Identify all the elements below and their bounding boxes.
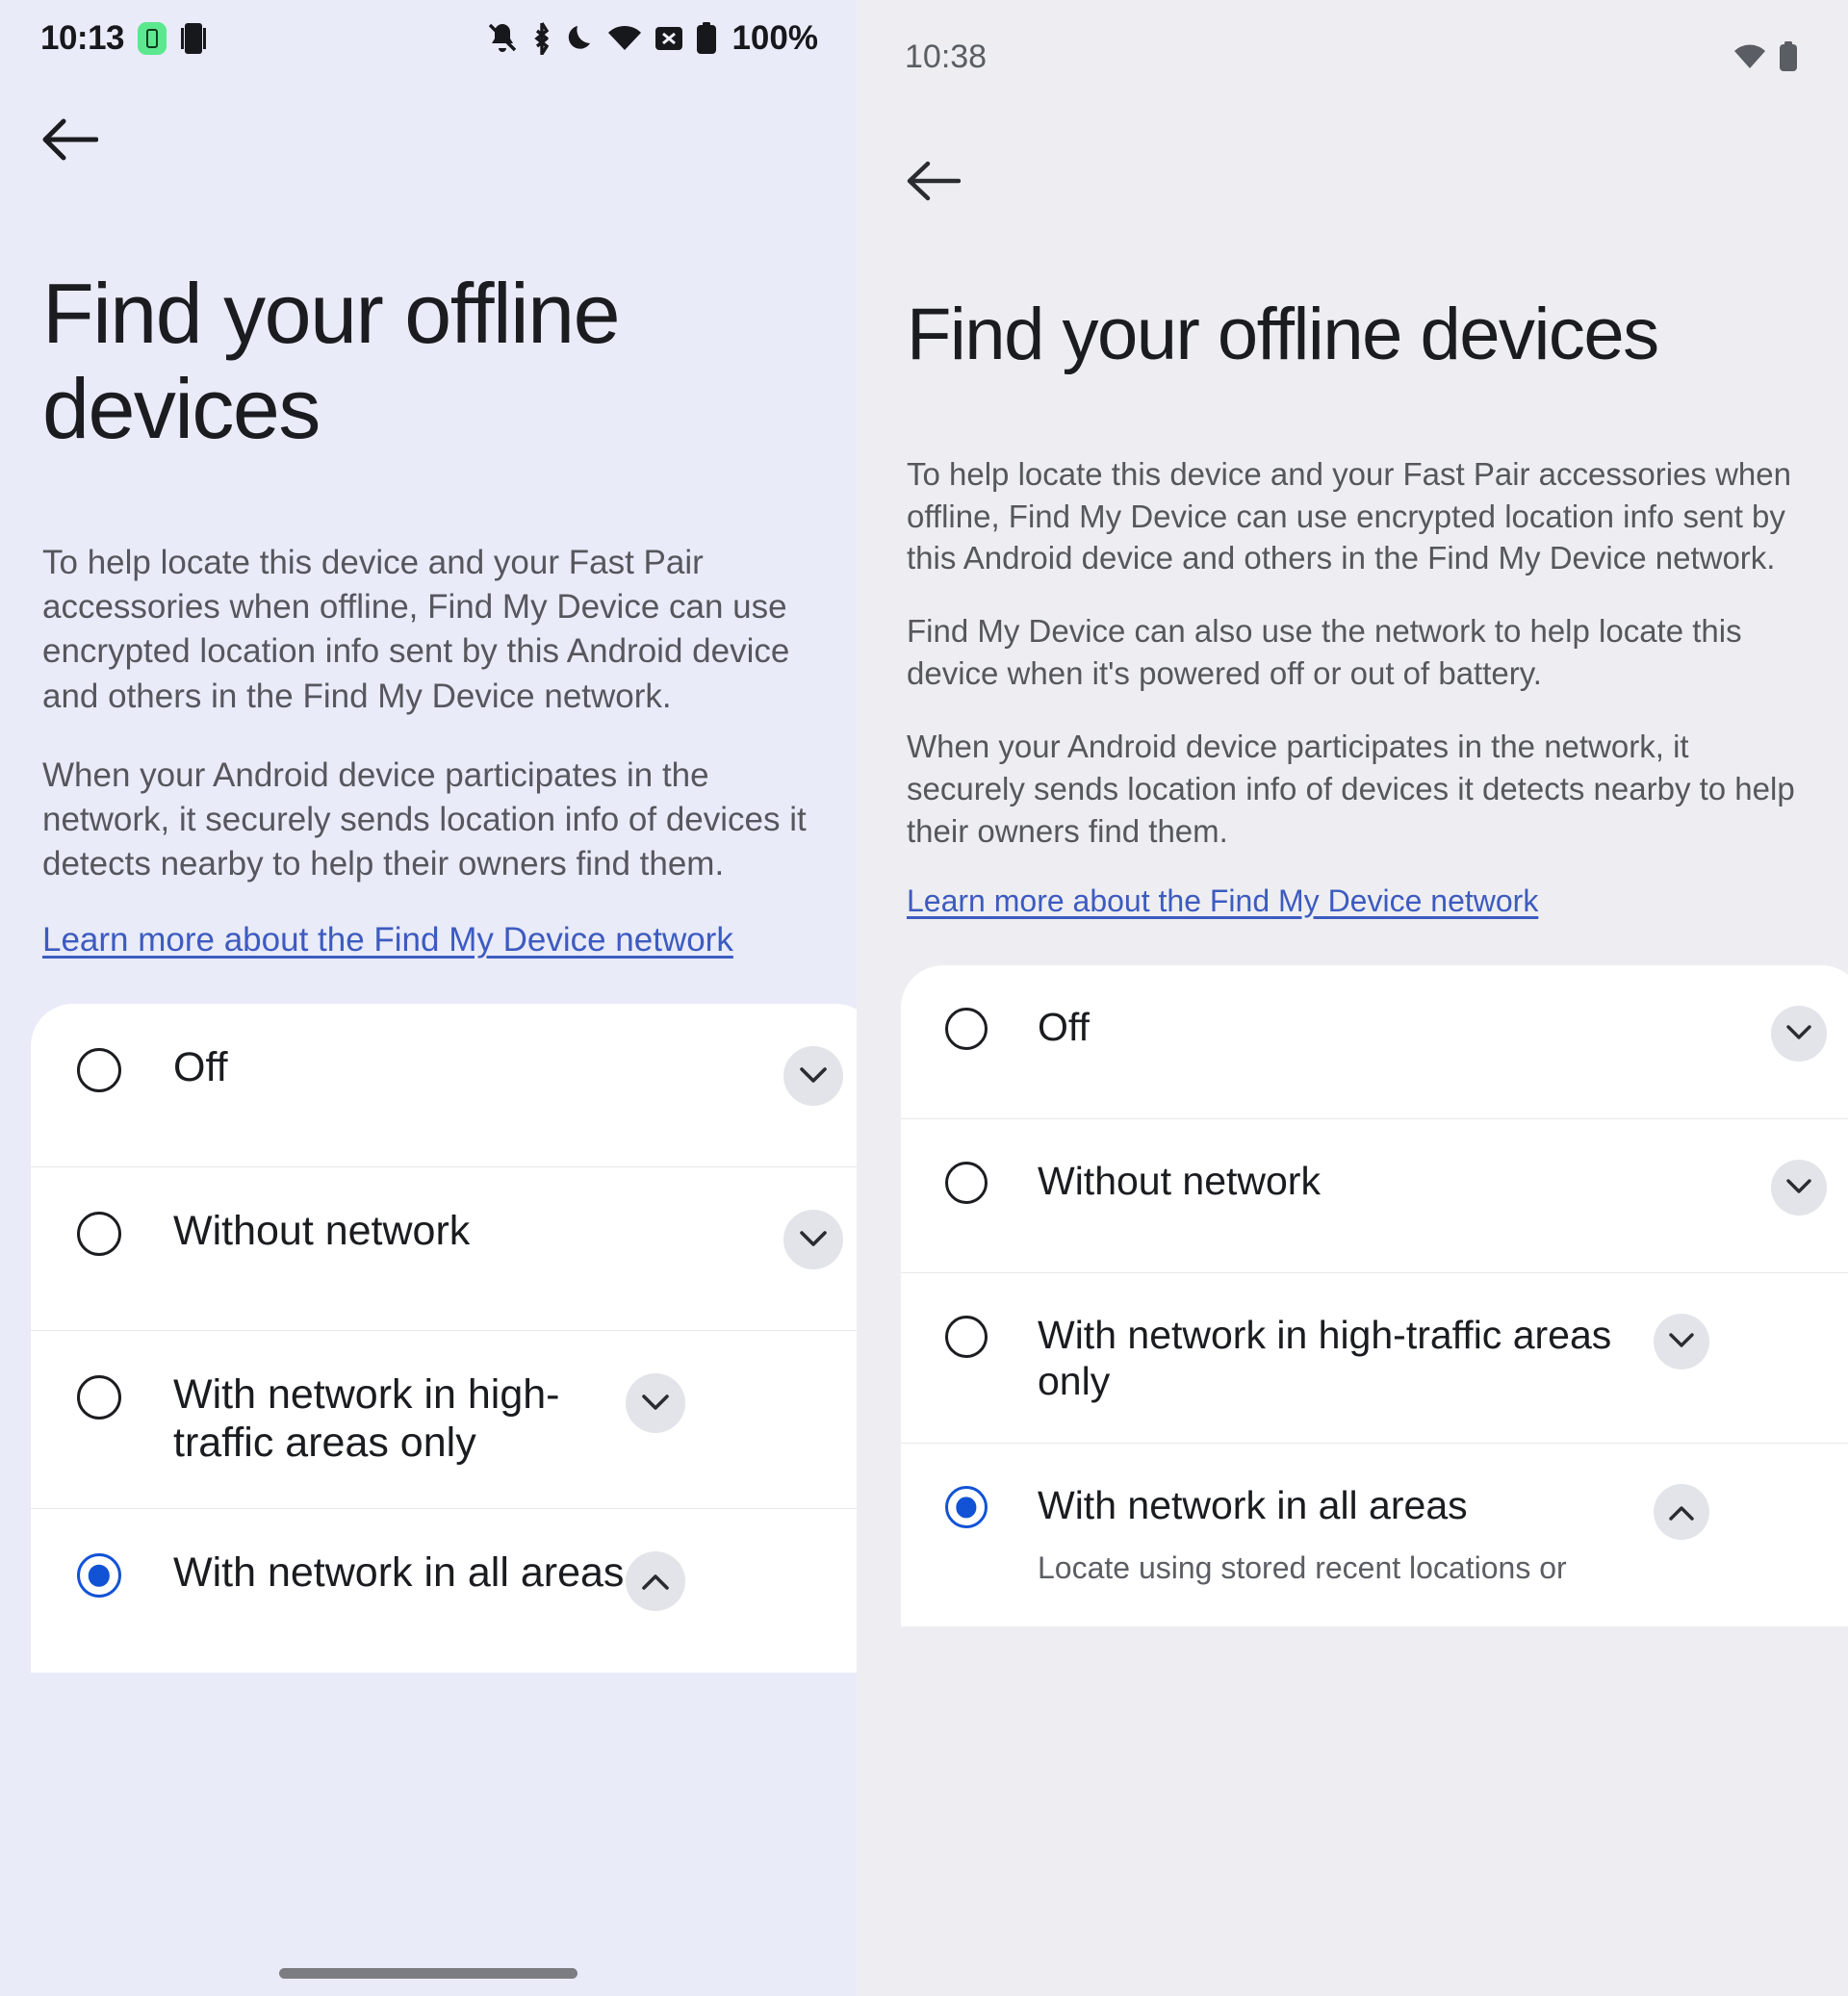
right-options-card: Off Without network With network in high… — [901, 964, 1848, 1627]
left-status-bar: 10:13 100% — [0, 0, 857, 77]
option-label: With network in high-traffic areas only — [173, 1371, 560, 1467]
radio-button[interactable] — [945, 1161, 988, 1204]
left-status-bar-right-group: 100% — [487, 19, 818, 58]
back-arrow-icon[interactable] — [42, 117, 98, 162]
left-option-high-traffic[interactable]: With network in high-traffic areas only — [31, 1331, 857, 1510]
status-bar-clock: 10:13 — [40, 19, 125, 57]
left-paragraph-1: To help locate this device and your Fast… — [42, 544, 790, 715]
left-option-all-areas[interactable]: With network in all areas — [31, 1509, 857, 1673]
option-label: Off — [1038, 1004, 1090, 1049]
left-options-card: Off Without network With network in high… — [31, 1004, 857, 1674]
radio-button[interactable] — [77, 1048, 121, 1093]
screen-record-icon — [180, 22, 207, 55]
right-option-off[interactable]: Off — [901, 965, 1848, 1119]
right-paragraph-2: Find My Device can also use the network … — [907, 613, 1742, 692]
battery-full-icon — [1779, 41, 1798, 72]
gesture-navigation-bar[interactable] — [279, 1968, 578, 1979]
left-learn-more-link[interactable]: Learn more about the Find My Device netw… — [42, 921, 733, 960]
left-page-title: Find your offline devices — [42, 266, 621, 456]
option-label: With network in all areas — [1038, 1483, 1468, 1528]
chevron-down-icon[interactable] — [1771, 1005, 1827, 1062]
cast-blocked-icon — [654, 24, 683, 53]
chevron-up-icon[interactable] — [626, 1551, 685, 1612]
right-body-copy: To help locate this device and your Fast… — [857, 378, 1848, 919]
option-label: Off — [173, 1044, 228, 1091]
chevron-down-icon[interactable] — [1654, 1313, 1709, 1369]
left-paragraph-2: When your Android device participates in… — [42, 755, 807, 883]
chevron-down-icon[interactable] — [1771, 1159, 1827, 1216]
left-body-copy: To help locate this device and your Fast… — [0, 456, 857, 960]
left-option-without-network[interactable]: Without network — [31, 1167, 857, 1332]
battery-percentage-label: 100% — [732, 19, 818, 57]
battery-full-icon — [696, 22, 717, 55]
option-sublabel: Locate using stored recent locations or — [1038, 1549, 1567, 1585]
option-label: With network in high-traffic areas only — [1038, 1312, 1612, 1404]
option-label: Without network — [1038, 1158, 1321, 1203]
back-arrow-icon[interactable] — [907, 160, 961, 202]
right-paragraph-3: When your Android device participates in… — [907, 729, 1795, 849]
battery-saver-chip-icon — [138, 22, 167, 55]
left-back-button[interactable] — [0, 77, 857, 166]
right-status-bar: 10:38 — [857, 0, 1848, 114]
radio-button[interactable] — [945, 1315, 988, 1358]
bluetooth-icon — [530, 22, 553, 55]
radio-button[interactable] — [77, 1212, 121, 1257]
right-learn-more-link[interactable]: Learn more about the Find My Device netw… — [907, 883, 1538, 919]
right-option-without-network[interactable]: Without network — [901, 1119, 1848, 1273]
right-page-title: Find your offline devices — [907, 294, 1659, 375]
right-status-bar-right-group — [1733, 41, 1798, 72]
right-phone-screen: 10:38 Find your offline devices To help … — [857, 0, 1848, 1996]
right-option-high-traffic[interactable]: With network in high-traffic areas only — [901, 1273, 1848, 1445]
notifications-muted-icon — [487, 22, 518, 55]
right-status-bar-left-group: 10:38 — [905, 38, 987, 76]
wifi-icon — [607, 24, 642, 53]
left-option-off[interactable]: Off — [31, 1004, 857, 1168]
option-label: With network in all areas — [173, 1549, 625, 1597]
chevron-up-icon[interactable] — [1654, 1484, 1709, 1541]
radio-button-selected[interactable] — [945, 1486, 988, 1529]
option-label: Without network — [173, 1208, 471, 1255]
radio-button[interactable] — [77, 1375, 121, 1420]
do-not-disturb-moon-icon — [566, 23, 595, 54]
left-phone-screen: 10:13 100% Find your offline devices To … — [0, 0, 857, 1996]
right-option-all-areas[interactable]: With network in all areas Locate using s… — [901, 1444, 1848, 1626]
wifi-icon — [1733, 42, 1766, 71]
chevron-down-icon[interactable] — [783, 1210, 843, 1270]
left-status-bar-left-group: 10:13 — [40, 19, 207, 58]
status-bar-clock: 10:38 — [905, 38, 988, 75]
right-back-button[interactable] — [857, 114, 1848, 207]
chevron-down-icon[interactable] — [626, 1373, 685, 1434]
right-paragraph-1: To help locate this device and your Fast… — [907, 455, 1791, 576]
chevron-down-icon[interactable] — [783, 1046, 843, 1107]
radio-button[interactable] — [945, 1007, 988, 1050]
radio-button-selected[interactable] — [77, 1553, 121, 1599]
